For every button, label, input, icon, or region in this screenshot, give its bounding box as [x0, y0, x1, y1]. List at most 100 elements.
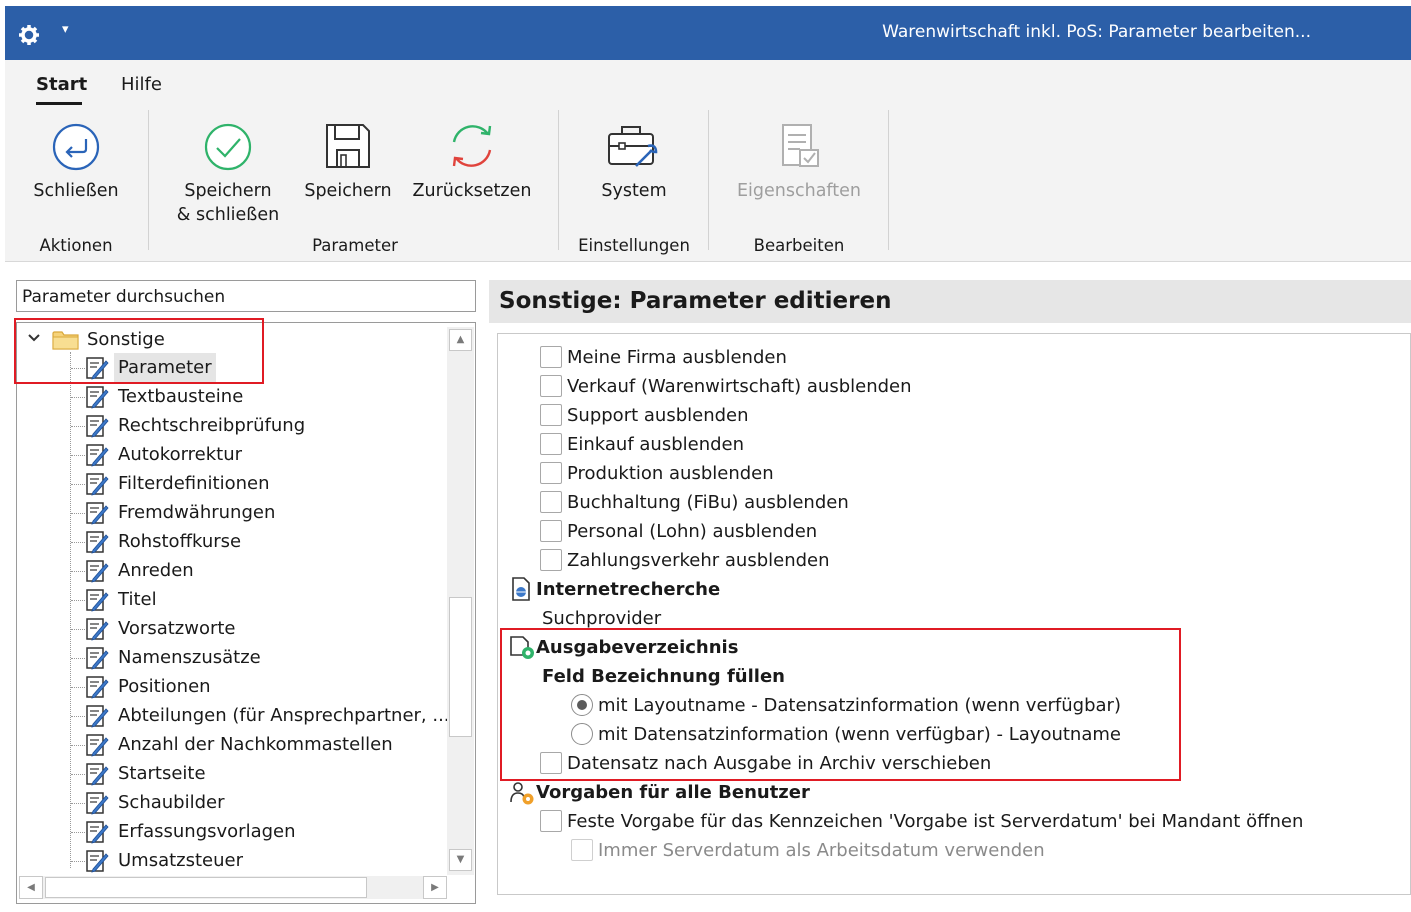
module-checkbox-label[interactable]: Support ausblenden	[567, 401, 749, 430]
quick-access-dropdown-icon[interactable]: ▾	[62, 22, 69, 37]
edit-note-icon	[86, 531, 109, 554]
tree-item[interactable]: Erfassungsvorlagen	[114, 817, 300, 846]
edit-note-icon	[86, 705, 109, 728]
group-label-edit: Bearbeiten	[753, 236, 845, 255]
system-button[interactable]: System	[586, 118, 682, 228]
tree-item[interactable]: Schaubilder	[114, 788, 229, 817]
tree-item[interactable]: Vorsatzworte	[114, 614, 240, 643]
tree-guide-branch	[71, 542, 85, 543]
tree-item[interactable]: Anreden	[114, 556, 198, 585]
parameter-search[interactable]	[16, 280, 476, 312]
group-label-parameter: Parameter	[312, 236, 398, 255]
back-arrow-icon	[52, 123, 100, 171]
module-checkbox-label[interactable]: Buchhaltung (FiBu) ausblenden	[567, 488, 849, 517]
module-checkbox-label[interactable]: Zahlungsverkehr ausblenden	[567, 546, 830, 575]
tree-item[interactable]: Rechtschreibprüfung	[114, 411, 309, 440]
checkbox-server-workdate	[571, 839, 593, 861]
edit-note-icon	[86, 792, 109, 815]
module-checkbox-label[interactable]: Einkauf ausblenden	[567, 430, 744, 459]
module-checkbox[interactable]	[540, 346, 562, 368]
edit-note-icon	[86, 850, 109, 873]
close-button-label: Schließen	[33, 181, 119, 201]
tree-item[interactable]: Filterdefinitionen	[114, 469, 273, 498]
module-checkbox[interactable]	[540, 433, 562, 455]
properties-button-label: Eigenschaften	[736, 181, 861, 201]
edit-note-icon	[86, 618, 109, 641]
highlight-box-tree	[14, 318, 264, 384]
module-checkbox-label[interactable]: Verkauf (Warenwirtschaft) ausblenden	[567, 372, 912, 401]
save-button[interactable]: Speichern	[298, 118, 398, 228]
tree-guide-branch	[71, 484, 85, 485]
properties-button: Eigenschaften	[732, 118, 866, 228]
editor-title: Sonstige: Parameter editieren	[499, 288, 892, 314]
parameter-search-input[interactable]	[20, 282, 464, 312]
reset-button[interactable]: Zurücksetzen	[410, 118, 534, 228]
gear-icon[interactable]	[18, 24, 40, 46]
tree-guide-branch	[71, 745, 85, 746]
tree-guide-branch	[71, 687, 85, 688]
tree-item[interactable]: Titel	[114, 585, 161, 614]
tree-item[interactable]: Namenszusätze	[114, 643, 265, 672]
edit-note-icon	[86, 589, 109, 612]
scroll-down-icon[interactable]: ▼	[449, 849, 472, 871]
scroll-up-icon[interactable]: ▲	[449, 329, 472, 351]
save-close-button[interactable]: Speichern & schließen	[170, 118, 286, 230]
highlight-box-ausgabe	[500, 628, 1181, 781]
module-checkbox[interactable]	[540, 462, 562, 484]
module-checkbox[interactable]	[540, 549, 562, 571]
module-checkbox[interactable]	[540, 404, 562, 426]
scroll-thumb[interactable]	[449, 597, 472, 737]
tree-guide-branch	[71, 426, 85, 427]
user-gear-icon	[510, 782, 534, 805]
tree-item[interactable]: Startseite	[114, 759, 210, 788]
checkbox-server-date[interactable]	[540, 810, 562, 832]
checkbox-server-workdate-label: Immer Serverdatum als Arbeitsdatum verwe…	[598, 840, 1045, 861]
vertical-scrollbar[interactable]: ▲ ▼	[447, 327, 474, 875]
module-checkbox-label[interactable]: Meine Firma ausblenden	[567, 343, 787, 372]
tree-guide-branch	[71, 629, 85, 630]
module-checkbox-label[interactable]: Produktion ausblenden	[567, 459, 774, 488]
scroll-right-icon[interactable]: ▶	[423, 876, 447, 899]
tree-item[interactable]: Rohstoffkurse	[114, 527, 245, 556]
close-button[interactable]: Schließen	[28, 118, 124, 228]
tree-guide-branch	[71, 600, 85, 601]
ribbon-separator	[888, 110, 889, 250]
module-checkbox[interactable]	[540, 520, 562, 542]
reset-button-label: Zurücksetzen	[412, 181, 532, 201]
ribbon-separator	[708, 110, 709, 250]
window-title: Warenwirtschaft inkl. PoS: Parameter bea…	[882, 22, 1311, 42]
tab-hilfe[interactable]: Hilfe	[121, 74, 162, 95]
module-checkbox-label[interactable]: Personal (Lohn) ausblenden	[567, 517, 817, 546]
tree-guide-branch	[71, 774, 85, 775]
tree-guide-branch	[71, 716, 85, 717]
tree-item[interactable]: Abteilungen (für Ansprechpartner, ...)	[114, 701, 461, 730]
edit-note-icon	[86, 444, 109, 467]
module-checkbox[interactable]	[540, 375, 562, 397]
edit-note-icon	[86, 763, 109, 786]
edit-note-icon	[86, 502, 109, 525]
system-button-label: System	[601, 181, 667, 201]
group-label-settings: Einstellungen	[578, 236, 690, 255]
scroll-left-icon[interactable]: ◀	[19, 876, 43, 899]
tree-item[interactable]: Autokorrektur	[114, 440, 246, 469]
save-close-label-1: Speichern	[184, 181, 272, 201]
tree-guide-branch	[71, 397, 85, 398]
tree-guide-line	[70, 352, 71, 868]
tree-guide-branch	[71, 861, 85, 862]
checkbox-server-date-label[interactable]: Feste Vorgabe für das Kennzeichen 'Vorga…	[567, 807, 1303, 836]
refresh-icon	[452, 125, 492, 167]
horizontal-scrollbar[interactable]: ◀ ▶	[19, 876, 447, 899]
tree-item[interactable]: Fremdwährungen	[114, 498, 279, 527]
toolbox-icon	[608, 126, 658, 167]
section-internetrecherche: Internetrecherche	[536, 579, 721, 600]
tree-item[interactable]: Textbausteine	[114, 382, 247, 411]
tree-item[interactable]: Umsatzsteuer	[114, 846, 247, 875]
check-circle-icon	[204, 123, 252, 171]
tab-start[interactable]: Start	[36, 74, 87, 95]
tree-item[interactable]: Positionen	[114, 672, 215, 701]
module-checkbox[interactable]	[540, 491, 562, 513]
tree-item[interactable]: Anzahl der Nachkommastellen	[114, 730, 397, 759]
floppy-disk-icon	[326, 124, 370, 168]
scroll-thumb-horizontal[interactable]	[45, 877, 367, 898]
edit-note-icon	[86, 821, 109, 844]
